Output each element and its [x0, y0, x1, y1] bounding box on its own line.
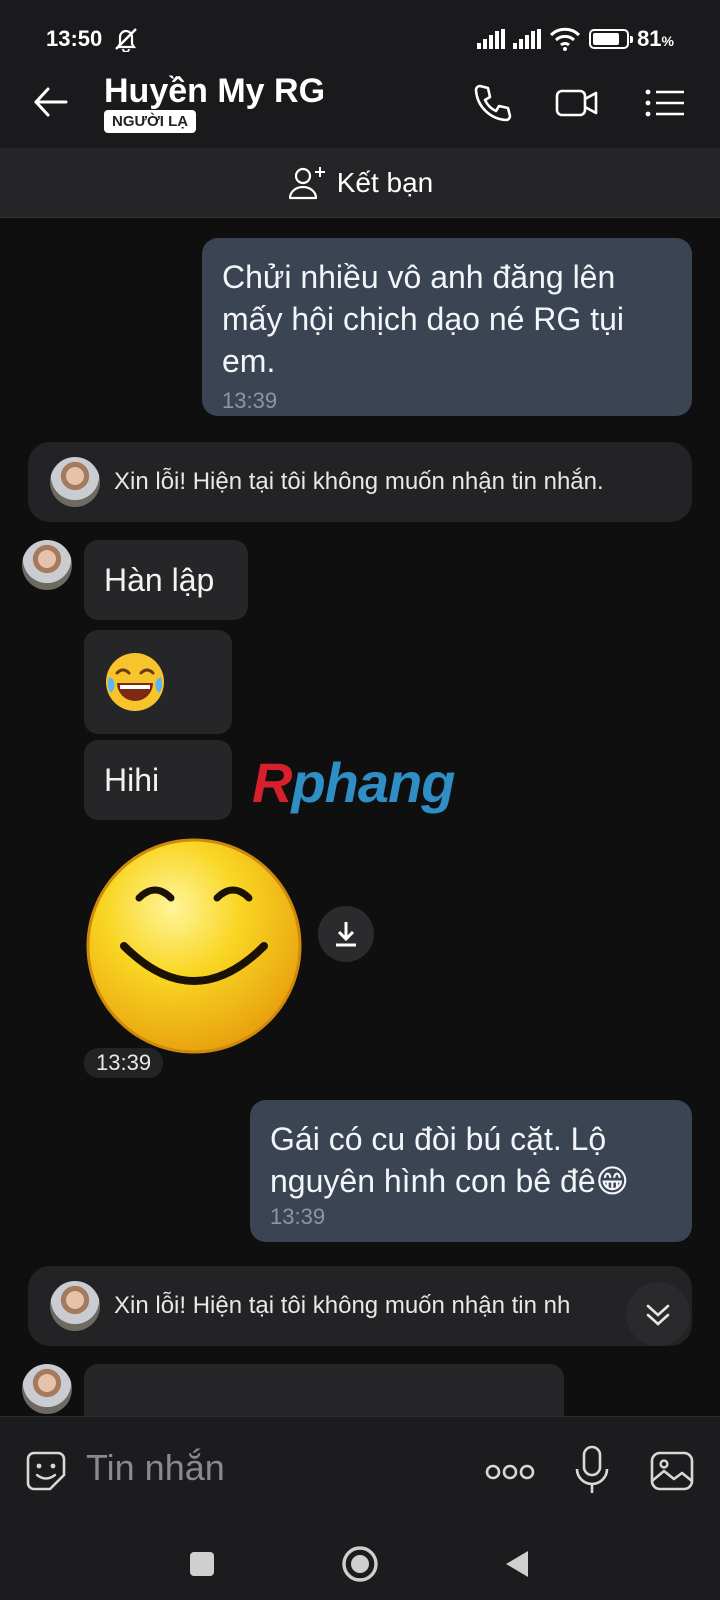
avatar[interactable]: [22, 1364, 72, 1414]
add-friend-button[interactable]: Kết bạn: [0, 148, 720, 218]
incoming-message[interactable]: Hihi: [84, 740, 232, 820]
message-text: Hàn lập: [104, 561, 215, 598]
stranger-badge: NGƯỜI LẠ: [104, 110, 197, 133]
signal-icon: [513, 29, 542, 49]
auto-reply-notice: Xin lỗi! Hiện tại tôi không muốn nhận ti…: [28, 1266, 692, 1346]
chat-area[interactable]: Chửi nhiều vô anh đăng lên mấy hội chịch…: [0, 220, 720, 1416]
laughing-emoji-icon: [106, 653, 164, 711]
battery-icon: [589, 29, 634, 49]
nav-back-icon[interactable]: [502, 1548, 532, 1580]
contact-name[interactable]: Huyền My RG: [104, 72, 325, 111]
outgoing-message[interactable]: Gái có cu đòi bú cặt. Lộ nguyên hình con…: [250, 1100, 692, 1242]
message-input-bar: Tin nhắn: [0, 1416, 720, 1526]
message-time: 13:39: [270, 1204, 326, 1229]
nav-home-icon[interactable]: [340, 1544, 380, 1584]
notice-text: Xin lỗi! Hiện tại tôi không muốn nhận ti…: [114, 1292, 571, 1319]
message-input[interactable]: Tin nhắn: [86, 1447, 225, 1489]
phone-icon[interactable]: [470, 80, 516, 126]
nav-recent-icon[interactable]: [188, 1550, 216, 1578]
more-icon[interactable]: [484, 1457, 536, 1487]
add-friend-label: Kết bạn: [336, 166, 434, 198]
incoming-message[interactable]: [84, 1364, 564, 1416]
signal-icon: [477, 29, 506, 49]
message-time: 13:39: [222, 388, 278, 413]
battery-percent: 81%: [637, 26, 674, 51]
image-icon[interactable]: [648, 1447, 696, 1495]
watermark-logo: Rphang: [252, 751, 455, 814]
muted-bell-icon: [115, 28, 137, 52]
outgoing-message[interactable]: Chửi nhiều vô anh đăng lên mấy hội chịch…: [202, 238, 692, 416]
auto-reply-notice: Xin lỗi! Hiện tại tôi không muốn nhận ti…: [28, 442, 692, 522]
message-line: Gái có cu đòi bú cặt. Lộ: [270, 1121, 607, 1157]
download-icon: [336, 922, 356, 947]
download-button[interactable]: [318, 906, 374, 962]
notice-text: Xin lỗi! Hiện tại tôi không muốn nhận ti…: [114, 468, 604, 495]
microphone-icon[interactable]: [572, 1443, 612, 1499]
avatar[interactable]: [50, 457, 100, 507]
video-call-icon[interactable]: [554, 80, 600, 126]
incoming-message[interactable]: [84, 630, 232, 734]
add-friend-icon: [288, 166, 325, 199]
wifi-icon: [550, 27, 581, 51]
message-line: Chửi nhiều vô anh đăng lên: [222, 259, 616, 295]
incoming-message[interactable]: Hàn lập: [84, 540, 248, 620]
status-right: 81%: [477, 26, 674, 52]
system-nav-bar: [0, 1526, 720, 1600]
scroll-down-icon: [646, 1304, 670, 1326]
avatar[interactable]: [22, 540, 72, 590]
chat-header: Huyền My RG NGƯỜI LẠ: [0, 62, 720, 148]
back-arrow-icon[interactable]: [30, 80, 74, 124]
sticker-time: 13:39: [84, 1048, 164, 1078]
status-time: 13:50: [46, 26, 103, 51]
message-text: Hihi: [104, 761, 160, 798]
message-line: nguyên hình con bê đê😁: [270, 1163, 629, 1199]
sticker-icon[interactable]: [22, 1447, 70, 1495]
scroll-down-button[interactable]: [626, 1282, 690, 1346]
status-bar: 13:50 81%: [0, 0, 720, 62]
battery-fill: [593, 33, 620, 45]
avatar[interactable]: [50, 1281, 100, 1331]
message-line: mấy hội chịch dạo né RG tụi: [222, 301, 624, 337]
smiley-sticker[interactable]: [84, 836, 304, 1056]
message-line: em.: [222, 343, 276, 379]
menu-icon[interactable]: [642, 80, 688, 126]
